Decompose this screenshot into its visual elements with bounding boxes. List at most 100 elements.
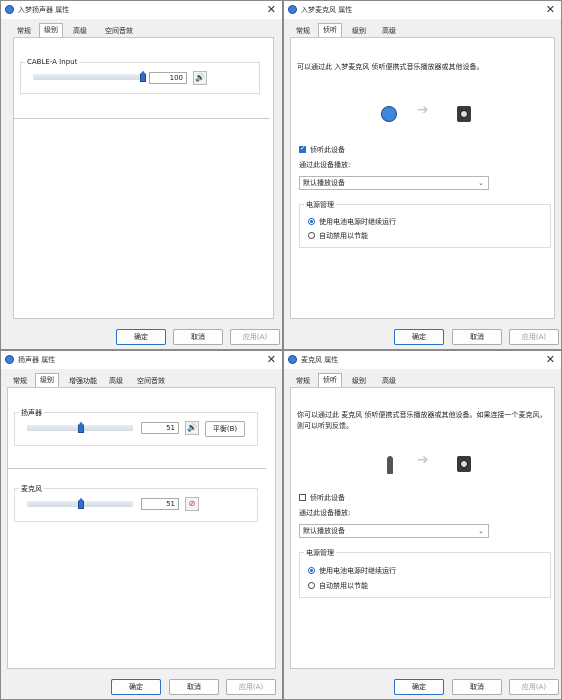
close-icon[interactable]: ✕ (546, 353, 555, 366)
mic-slider-thumb[interactable] (78, 498, 85, 509)
window-title: 扬声器 属性 (18, 356, 56, 364)
playback-label: 通过此设备播放: (299, 161, 351, 169)
mic-properties-window-bottom-right: 麦克风 属性 ✕ 常规 侦听 级别 高级 你可以通过此 麦克风 侦听便携式音乐播… (283, 350, 562, 700)
speaker-mute-icon[interactable]: 🔊 (185, 421, 199, 435)
speaker-app-icon (5, 5, 14, 14)
volume-value[interactable]: 100 (149, 72, 187, 84)
cancel-button[interactable]: 取消 (452, 329, 502, 345)
tab-levels[interactable]: 级别 (39, 23, 63, 37)
radio-keep-running[interactable] (308, 567, 315, 574)
title-bar[interactable]: 扬声器 属性 ✕ (1, 351, 282, 369)
power-group: 电源管理 使用电池电源时继续运行 自动禁用以节能 (299, 548, 551, 598)
radio-keep-running-label: 使用电池电源时继续运行 (319, 218, 396, 226)
ok-button[interactable]: 确定 (394, 329, 444, 345)
tab-spatial-sound[interactable]: 空间音效 (131, 375, 171, 387)
tab-levels[interactable]: 级别 (348, 375, 370, 387)
microphone-device-icon (387, 456, 393, 474)
mic-mute-icon[interactable]: ⊘ (185, 497, 199, 511)
chevron-down-icon: ⌄ (478, 527, 484, 535)
apply-button[interactable]: 应用(A) (226, 679, 276, 695)
title-bar[interactable]: 入梦扬声器 属性 ✕ (1, 1, 282, 19)
speaker-device-icon (457, 456, 471, 472)
power-label: 电源管理 (304, 200, 336, 210)
source-device-icon (381, 106, 397, 122)
window-title: 入梦扬声器 属性 (18, 6, 70, 14)
tab-levels[interactable]: 级别 (348, 25, 370, 37)
power-group: 电源管理 使用电池电源时继续运行 自动禁用以节能 (299, 200, 551, 248)
tab-advanced[interactable]: 高级 (378, 25, 400, 37)
divider (8, 468, 266, 469)
tab-general[interactable]: 常规 (292, 25, 314, 37)
listen-pane: 你可以通过此 麦克风 侦听便携式音乐播放器或其他设备。如果连接一个麦克风，则可以… (290, 387, 555, 669)
levels-pane: 扬声器 51 🔊 平衡(B) 麦克风 51 ⊘ (7, 387, 276, 669)
tab-general[interactable]: 常规 (9, 375, 31, 387)
mic-level-label: 麦克风 (19, 484, 44, 494)
radio-auto-disable-label: 自动禁用以节能 (319, 232, 368, 240)
cable-input-label: CABLE-A Input (25, 58, 80, 66)
tab-spatial-sound[interactable]: 空间音效 (99, 25, 139, 37)
mic-app-icon (288, 5, 297, 14)
title-bar[interactable]: 入梦麦克风 属性 ✕ (284, 1, 561, 19)
tab-strip: 常规 级别 高级 空间音效 (3, 23, 282, 37)
speaker-slider-thumb[interactable] (78, 422, 85, 433)
playback-label: 通过此设备播放: (299, 509, 351, 517)
close-icon[interactable]: ✕ (267, 3, 276, 16)
volume-slider-thumb[interactable] (140, 71, 146, 82)
tab-listen[interactable]: 侦听 (318, 23, 342, 37)
radio-auto-disable-label: 自动禁用以节能 (319, 582, 368, 590)
window-title: 入梦麦克风 属性 (301, 6, 353, 14)
radio-auto-disable[interactable] (308, 232, 315, 239)
playback-device-value: 默认播放设备 (303, 527, 345, 535)
arrow-right-icon: ➔ (417, 102, 429, 118)
playback-device-select[interactable]: 默认播放设备 ⌄ (299, 524, 489, 538)
cancel-button[interactable]: 取消 (169, 679, 219, 695)
listen-description: 可以通过此 入梦麦克风 侦听便携式音乐播放器或其他设备。 (297, 63, 484, 71)
listen-checkbox[interactable] (299, 494, 306, 501)
tab-strip: 常规 侦听 级别 高级 (286, 23, 561, 37)
ok-button[interactable]: 确定 (111, 679, 161, 695)
arrow-right-icon: ➔ (417, 452, 429, 468)
speaker-level-value[interactable]: 51 (141, 422, 179, 434)
speaker-level-group: 扬声器 51 🔊 平衡(B) (14, 408, 258, 446)
tab-advanced[interactable]: 高级 (378, 375, 400, 387)
apply-button[interactable]: 应用(A) (230, 329, 280, 345)
ok-button[interactable]: 确定 (394, 679, 444, 695)
close-icon[interactable]: ✕ (546, 3, 555, 16)
tab-strip: 常规 侦听 级别 高级 (286, 373, 561, 387)
tab-enhancements[interactable]: 增强功能 (65, 375, 101, 387)
playback-device-select[interactable]: 默认播放设备 ⌄ (299, 176, 489, 190)
tab-general[interactable]: 常规 (292, 375, 314, 387)
cancel-button[interactable]: 取消 (173, 329, 223, 345)
listen-checkbox[interactable] (299, 144, 306, 153)
close-icon[interactable]: ✕ (267, 353, 276, 366)
balance-button[interactable]: 平衡(B) (205, 421, 245, 437)
listen-description: 你可以通过此 麦克风 侦听便携式音乐播放器或其他设备。如果连接一个麦克风，则可以… (297, 411, 547, 430)
levels-pane: CABLE-A Input 100 🔊 (13, 37, 274, 319)
listen-checkbox-label: 侦听此设备 (310, 146, 345, 154)
apply-button[interactable]: 应用(A) (509, 679, 559, 695)
tab-levels[interactable]: 级别 (35, 373, 59, 387)
speaker-mute-icon[interactable]: 🔊 (193, 71, 207, 85)
tab-advanced[interactable]: 高级 (105, 375, 127, 387)
title-bar[interactable]: 麦克风 属性 ✕ (284, 351, 561, 369)
radio-keep-running[interactable] (308, 218, 315, 225)
mic-level-value[interactable]: 51 (141, 498, 179, 510)
ok-button[interactable]: 确定 (116, 329, 166, 345)
tab-strip: 常规 级别 增强功能 高级 空间音效 (3, 373, 282, 387)
chevron-down-icon: ⌄ (478, 179, 484, 187)
speaker-properties-window-bottom-left: 扬声器 属性 ✕ 常规 级别 增强功能 高级 空间音效 扬声器 51 🔊 平衡(… (0, 350, 283, 700)
window-title: 麦克风 属性 (301, 356, 339, 364)
mic-app-icon (288, 355, 297, 364)
apply-button[interactable]: 应用(A) (509, 329, 559, 345)
mic-properties-window-top-right: 入梦麦克风 属性 ✕ 常规 侦听 级别 高级 可以通过此 入梦麦克风 侦听便携式… (283, 0, 562, 350)
volume-slider-track[interactable] (33, 74, 143, 80)
radio-auto-disable[interactable] (308, 582, 315, 589)
cable-input-group: CABLE-A Input 100 🔊 (20, 58, 260, 94)
divider (14, 118, 270, 119)
tab-general[interactable]: 常规 (13, 25, 35, 37)
playback-device-value: 默认播放设备 (303, 179, 345, 187)
tab-advanced[interactable]: 高级 (69, 25, 91, 37)
cancel-button[interactable]: 取消 (452, 679, 502, 695)
tab-listen[interactable]: 侦听 (318, 373, 342, 387)
speaker-device-icon (457, 106, 471, 122)
